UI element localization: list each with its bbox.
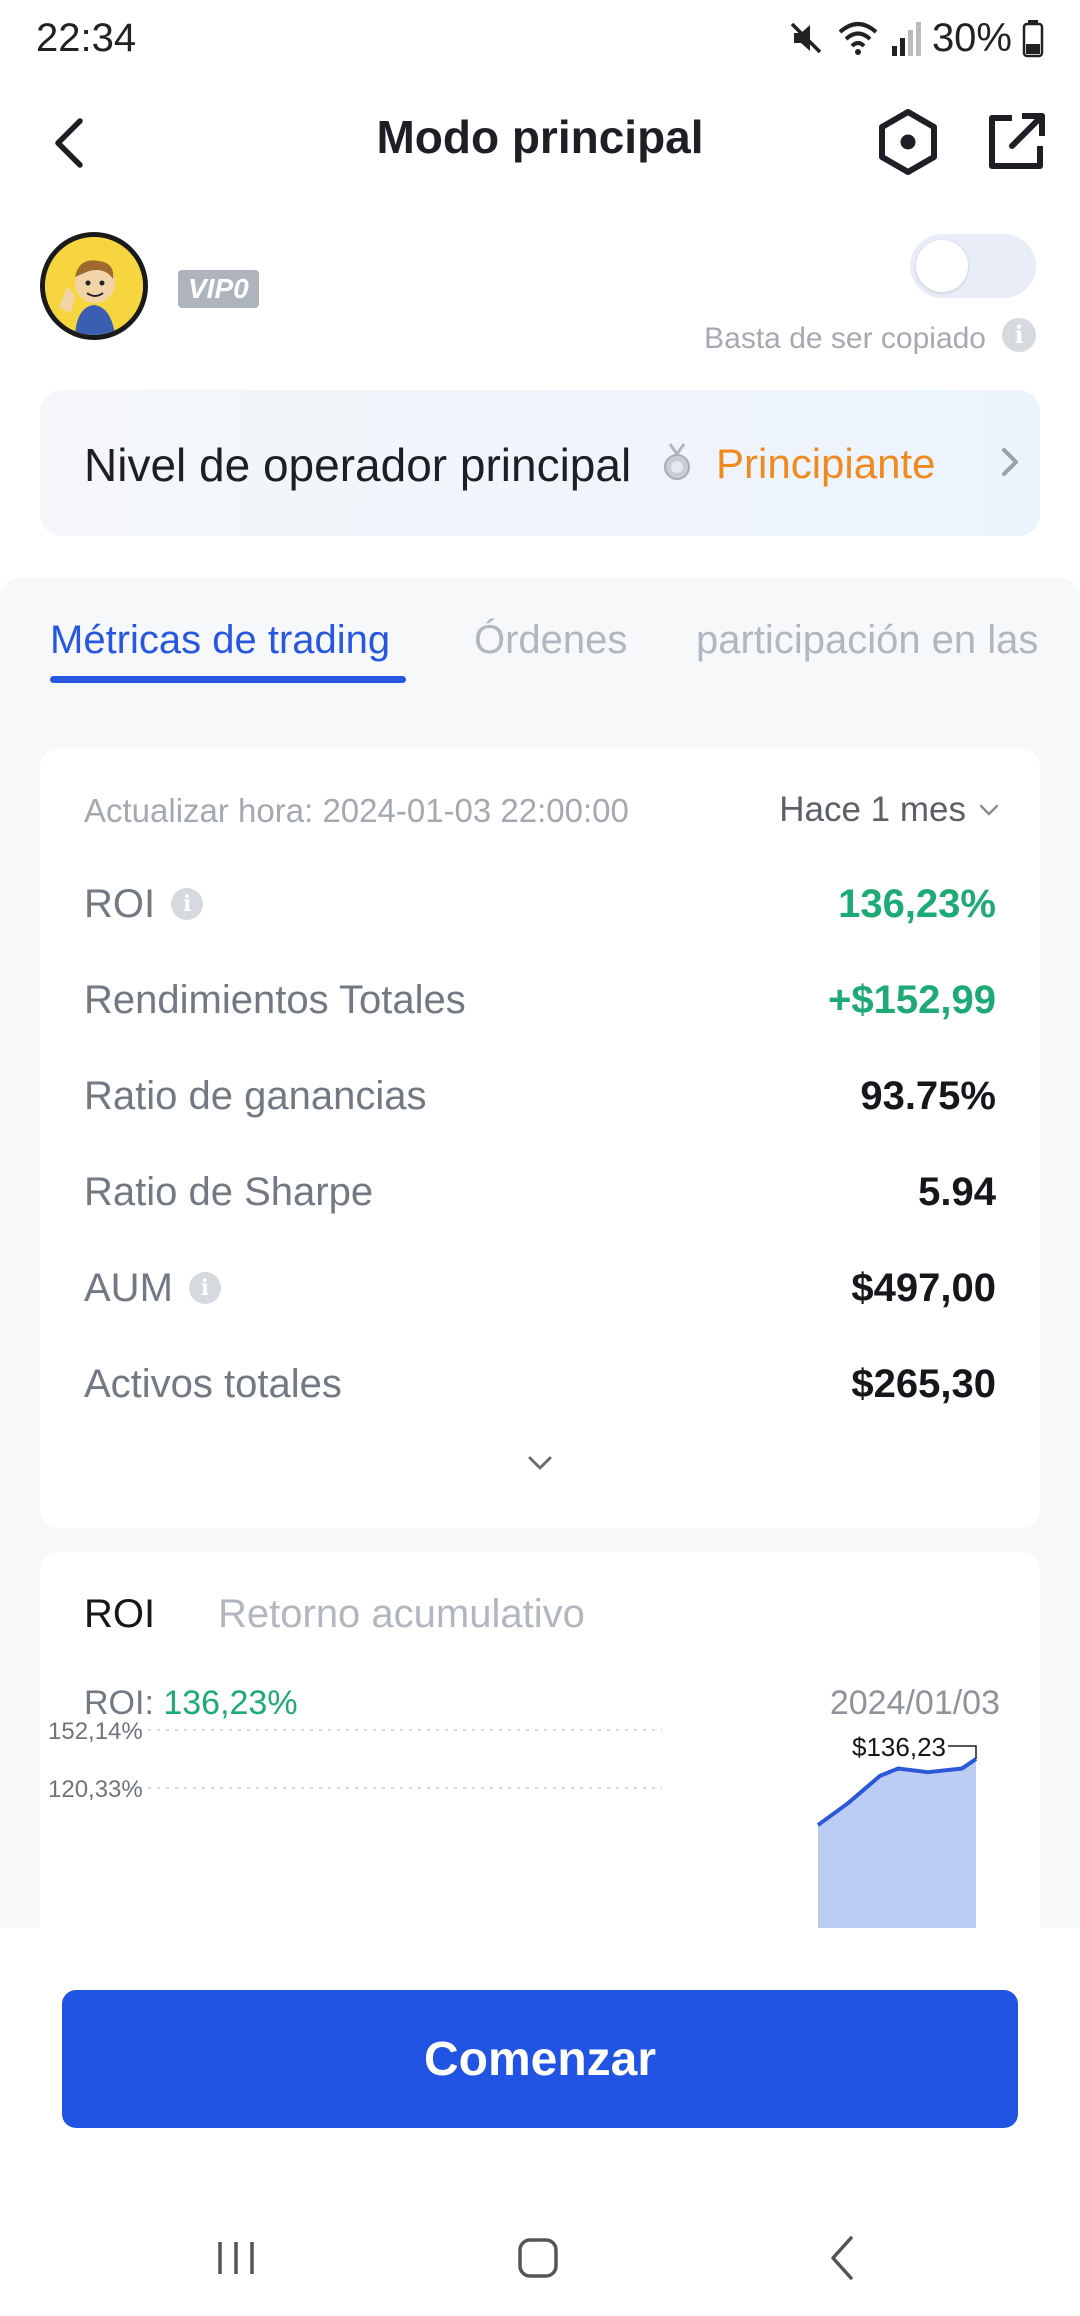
metric-value: 5.94 xyxy=(918,1169,996,1214)
metric-row-roi: ROI i 136,23% xyxy=(84,874,996,934)
chart-tooltip-value: $136,23 xyxy=(852,1732,946,1762)
toggle-caption: Basta de ser copiado xyxy=(704,322,986,355)
y-tick-label: 120,33% xyxy=(48,1776,143,1803)
chevron-right-icon xyxy=(1002,448,1018,476)
hexagon-icon xyxy=(879,109,937,175)
expand-chevron-icon[interactable] xyxy=(524,1454,556,1474)
home-icon xyxy=(518,2238,558,2278)
tab-trading-metrics[interactable]: Métricas de trading xyxy=(50,618,390,663)
avatar[interactable] xyxy=(40,232,148,340)
system-nav-bar xyxy=(0,2208,1080,2316)
chart-card: ROI Retorno acumulativo ROI: 136,23% 202… xyxy=(40,1552,1040,1928)
y-tick-label: 152,14% xyxy=(48,1718,143,1745)
chart-area xyxy=(818,1759,976,1928)
level-value: Principiante xyxy=(716,440,936,487)
system-back-button[interactable] xyxy=(792,2218,892,2298)
metric-row-total-returns: Rendimientos Totales +$152,99 xyxy=(84,970,996,1030)
recent-apps-button[interactable] xyxy=(186,2218,286,2298)
tab-bar: Métricas de trading Órdenes participació… xyxy=(0,578,1080,688)
chevron-down-icon xyxy=(979,804,999,816)
metric-value: $265,30 xyxy=(851,1361,996,1406)
metric-value: +$152,99 xyxy=(828,977,996,1022)
active-tab-indicator xyxy=(50,676,406,683)
roi-chart[interactable]: 152,14% 120,33% $136,23 xyxy=(40,1552,1040,1928)
metric-label: Rendimientos Totales xyxy=(84,977,466,1022)
metric-row-win-ratio: Ratio de ganancias 93.75% xyxy=(84,1066,996,1126)
info-icon[interactable]: i xyxy=(188,1272,221,1304)
metric-row-total-assets: Activos totales $265,30 xyxy=(84,1354,996,1414)
metric-label: Ratio de Sharpe xyxy=(84,1169,374,1214)
start-button[interactable]: Comenzar xyxy=(62,1990,1018,2128)
header: Modo principal xyxy=(0,80,1080,210)
share-button[interactable] xyxy=(976,102,1056,182)
share-icon xyxy=(989,113,1045,169)
recent-apps-icon xyxy=(218,2242,254,2274)
battery-icon xyxy=(1022,20,1044,58)
tab-orders[interactable]: Órdenes xyxy=(474,618,627,663)
level-card[interactable]: Nivel de operador principal Principiante xyxy=(40,390,1040,536)
settings-hex-button[interactable] xyxy=(868,102,948,182)
status-time: 22:34 xyxy=(36,16,137,60)
metric-value: 93.75% xyxy=(860,1073,996,1118)
metric-label: AUM xyxy=(84,1265,173,1310)
copy-toggle[interactable] xyxy=(910,234,1036,298)
info-icon[interactable]: i xyxy=(1002,318,1036,352)
tooltip-leader xyxy=(948,1745,977,1760)
medal-icon xyxy=(664,443,690,480)
battery-percentage: 30% xyxy=(931,15,1012,60)
info-icon[interactable]: i xyxy=(171,888,204,920)
metric-row-aum: AUM i $497,00 xyxy=(84,1258,996,1318)
mute-icon xyxy=(790,22,822,54)
metric-value: 136,23% xyxy=(838,881,996,926)
avatar-image xyxy=(45,237,143,335)
signal-icon xyxy=(891,22,921,56)
metric-row-sharpe: Ratio de Sharpe 5.94 xyxy=(84,1162,996,1222)
level-label: Nivel de operador principal xyxy=(84,439,632,491)
period-value: Hace 1 mes xyxy=(779,790,966,829)
metric-value: $497,00 xyxy=(851,1265,996,1310)
vip-badge: VIP0 xyxy=(178,270,259,308)
status-icons: 30% xyxy=(786,16,1044,60)
metric-label: ROI xyxy=(84,881,156,926)
toggle-knob xyxy=(916,240,968,292)
metrics-card: Actualizar hora: 2024-01-03 22:00:00 Hac… xyxy=(40,748,1040,1528)
tab-participation[interactable]: participación en las xyxy=(696,618,1038,663)
bottom-area: Comenzar xyxy=(0,1928,1080,2316)
status-bar: 22:34 30% xyxy=(0,0,1080,80)
period-dropdown[interactable]: Hace 1 mes xyxy=(779,790,1000,830)
update-time: Actualizar hora: 2024-01-03 22:00:00 xyxy=(84,792,629,829)
system-back-icon xyxy=(831,2236,853,2280)
wifi-icon xyxy=(838,22,878,55)
metric-label: Ratio de ganancias xyxy=(84,1073,427,1118)
metric-label: Activos totales xyxy=(84,1361,342,1406)
home-button[interactable] xyxy=(488,2218,588,2298)
